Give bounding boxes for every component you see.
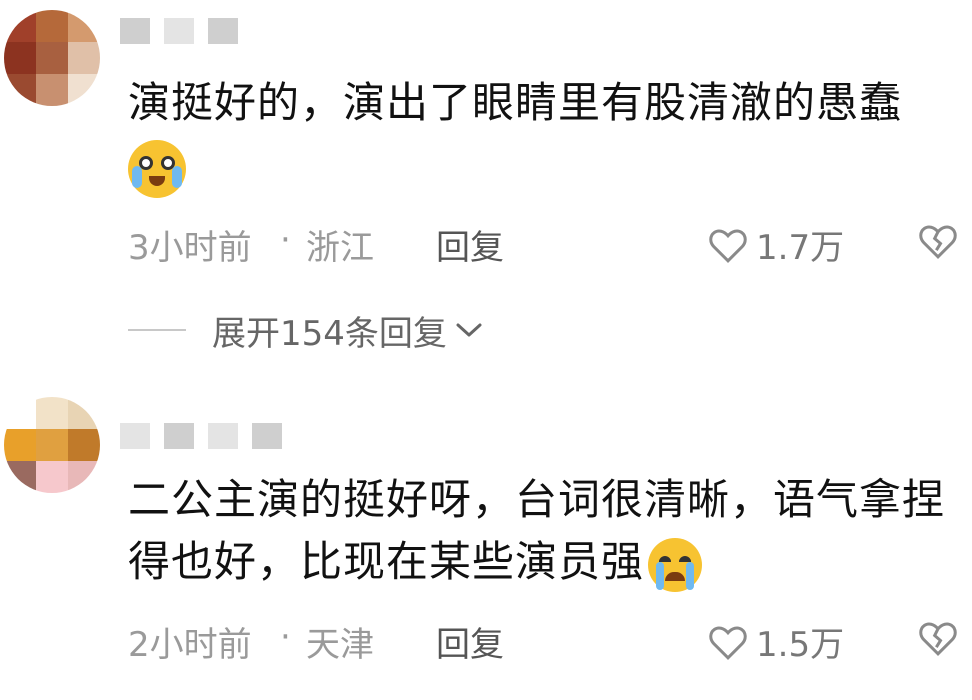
dislike-button[interactable] [918, 619, 958, 666]
username-blurred[interactable] [120, 18, 238, 46]
reply-button[interactable]: 回复 [436, 220, 504, 269]
reply-button[interactable]: 回复 [436, 617, 504, 666]
crying-emoji-icon [648, 537, 703, 592]
avatar-pixel [4, 397, 36, 429]
avatar-pixel [36, 42, 68, 74]
dislike-button[interactable] [918, 222, 958, 269]
like-count: 1.7万 [756, 228, 845, 268]
chevron-down-icon [456, 323, 482, 337]
avatar-pixel [4, 42, 36, 74]
location: 浙江 [306, 228, 374, 268]
like-button[interactable]: 1.5万 [708, 617, 844, 666]
comment-meta: 2小时前 · 天津 回复 1.5万 [128, 617, 968, 665]
broken-heart-icon [919, 225, 957, 259]
avatar-pixel [4, 461, 36, 493]
separator: · [280, 617, 291, 657]
expand-replies-label: 展开154条回复 [212, 313, 447, 354]
like-button[interactable]: 1.7万 [708, 220, 844, 269]
avatar-pixel [68, 42, 100, 74]
comment-text: 二公主演的挺好呀，台词很清晰，语气拿捏得也好，比现在某些演员强 [128, 469, 958, 593]
avatar-pixel [68, 74, 100, 106]
separator: · [280, 220, 291, 260]
comment-meta: 3小时前 · 浙江 回复 1.7万 [128, 220, 968, 268]
timestamp: 3小时前 [128, 228, 252, 268]
comment-item: 二公主演的挺好呀，台词很清晰，语气拿捏得也好，比现在某些演员强 2小时前 · 天… [0, 395, 972, 700]
avatar-pixel [4, 10, 36, 42]
avatar-pixel [36, 429, 68, 461]
avatar-pixel [36, 10, 68, 42]
heart-icon [709, 228, 747, 263]
avatar-pixel [68, 429, 100, 461]
comment-item: 演挺好的，演出了眼睛里有股清澈的愚蠢 3小时前 · 浙江 回复 1.7万 展开1… [0, 0, 972, 395]
avatar-pixel [36, 74, 68, 106]
crying-laughing-emoji-icon [128, 140, 186, 198]
avatar-pixel [4, 74, 36, 106]
avatar-pixel [68, 10, 100, 42]
like-count: 1.5万 [756, 625, 845, 665]
comment-text-content: 二公主演的挺好呀，台词很清晰，语气拿捏得也好，比现在某些演员强 [128, 475, 946, 586]
avatar-pixel [68, 461, 100, 493]
avatar-pixel [36, 397, 68, 429]
comment-text: 演挺好的，演出了眼睛里有股清澈的愚蠢 [128, 78, 903, 127]
timestamp: 2小时前 [128, 625, 252, 665]
avatar-pixel [68, 397, 100, 429]
username-blurred[interactable] [120, 423, 282, 451]
avatar[interactable] [4, 10, 100, 106]
heart-icon [709, 625, 747, 660]
location: 天津 [306, 625, 374, 665]
divider [128, 329, 186, 331]
expand-replies-button[interactable]: 展开154条回复 [128, 308, 483, 354]
broken-heart-icon [919, 622, 957, 656]
avatar-pixel [36, 461, 68, 493]
avatar-pixel [4, 429, 36, 461]
avatar[interactable] [4, 397, 100, 493]
